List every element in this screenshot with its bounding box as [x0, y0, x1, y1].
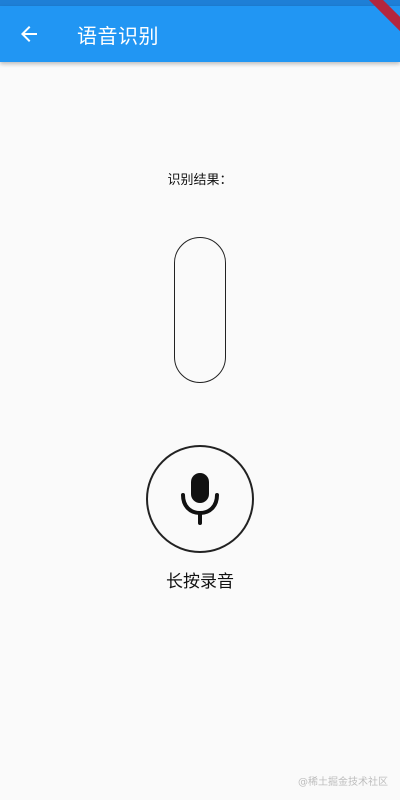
watermark-text: @稀土掘金技术社区: [298, 777, 388, 788]
result-display: [174, 237, 226, 383]
microphone-icon: [181, 473, 219, 525]
back-button[interactable]: [1, 6, 57, 62]
page-title: 语音识别: [77, 23, 159, 48]
app-bar: 语音识别: [0, 6, 400, 62]
screen: 语音识别 识别结果： 长按录音 @稀土掘金技术社区: [0, 0, 400, 800]
arrow-back-icon: [21, 26, 37, 42]
record-label: 长按录音: [166, 572, 234, 592]
record-button[interactable]: [146, 445, 254, 553]
result-label: 识别结果：: [167, 173, 233, 188]
